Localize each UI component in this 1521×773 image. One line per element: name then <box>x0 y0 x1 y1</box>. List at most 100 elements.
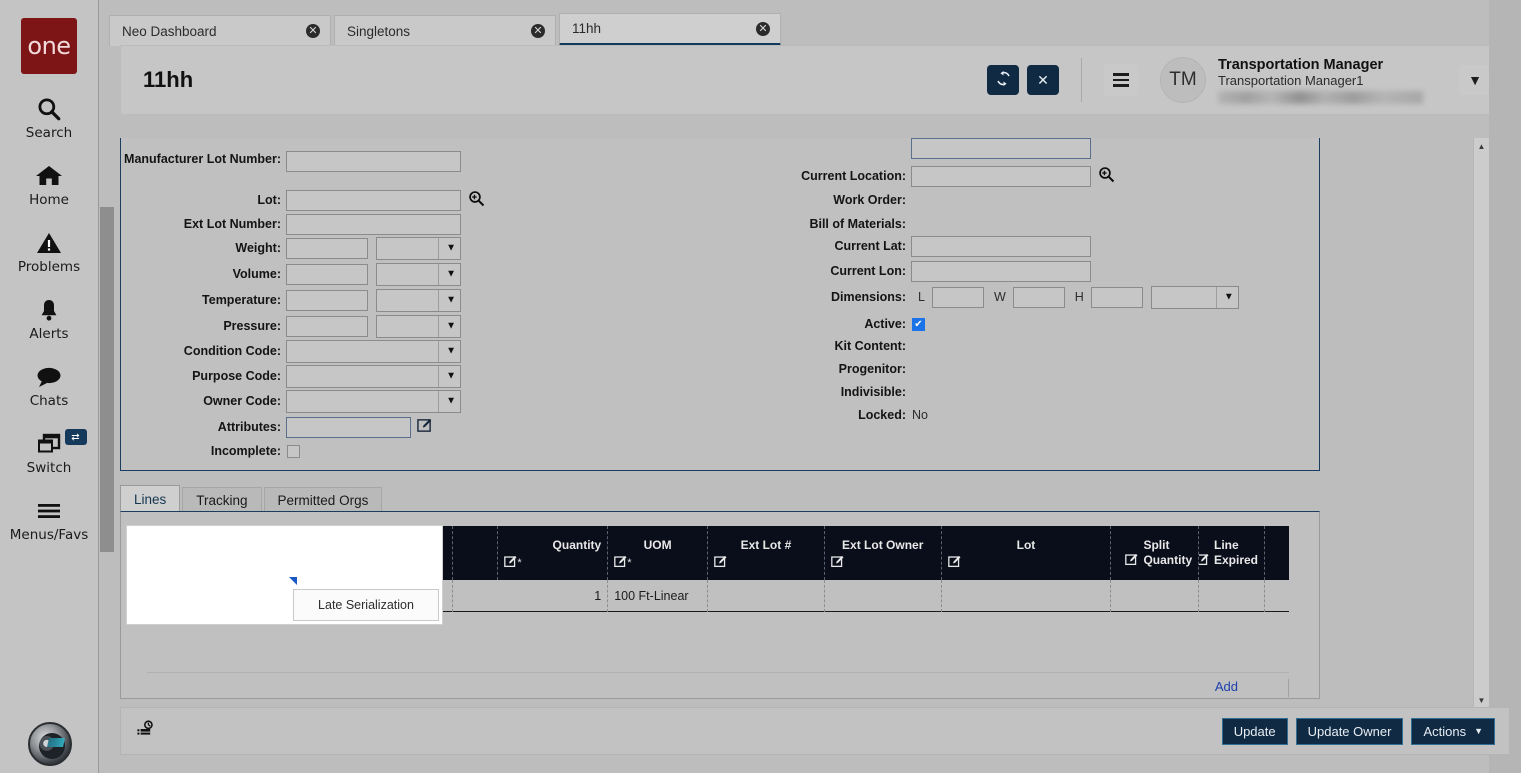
ai-assistant-avatar[interactable] <box>28 722 72 766</box>
grid-col-uom[interactable]: UOM * <box>608 526 708 580</box>
owner-code-select[interactable] <box>286 390 461 413</box>
sidebar-label-chats: Chats <box>30 393 69 409</box>
update-owner-button[interactable]: Update Owner <box>1296 718 1404 745</box>
swap-arrows-icon[interactable]: ⇄ <box>65 429 87 445</box>
condition-code-select[interactable] <box>286 340 461 363</box>
header-menu-button[interactable] <box>1104 64 1138 96</box>
pressure-input[interactable] <box>286 316 368 337</box>
cell-ext-lot-number[interactable] <box>708 580 825 612</box>
grid-col-end <box>1265 526 1289 580</box>
cell-ext-lot-owner[interactable] <box>825 580 942 612</box>
field-bill-of-materials: Bill of Materials: <box>741 213 912 235</box>
edit-pencil-icon[interactable]: * <box>614 555 701 569</box>
vertical-scrollbar[interactable]: ▲ ▼ <box>1473 138 1489 708</box>
sidebar-item-search[interactable]: Search <box>0 94 99 141</box>
sidebar-item-chats[interactable]: Chats <box>0 362 99 409</box>
update-button[interactable]: Update <box>1222 718 1288 745</box>
cell-line-expired[interactable] <box>1199 580 1265 612</box>
dimension-length-input[interactable] <box>932 287 984 308</box>
temperature-uom-select[interactable] <box>376 289 461 312</box>
edit-pencil-icon[interactable]: * <box>504 555 601 569</box>
active-checkbox[interactable]: ✔ <box>912 318 925 331</box>
close-circle-icon[interactable]: ✕ <box>531 24 545 38</box>
field-lot: Lot: <box>121 189 485 211</box>
edit-pencil-icon[interactable] <box>831 555 935 569</box>
grid-col-quantity[interactable]: Quantity * <box>498 526 608 580</box>
cell-uom[interactable]: 100 Ft-Linear <box>608 580 708 612</box>
lot-input[interactable] <box>286 190 461 211</box>
close-circle-icon[interactable]: ✕ <box>756 22 770 36</box>
field-owner-code: Owner Code: ▼ <box>121 390 461 412</box>
late-serialization-tooltip[interactable]: Late Serialization <box>293 589 439 621</box>
refresh-button[interactable] <box>987 65 1019 95</box>
close-circle-icon[interactable]: ✕ <box>306 24 320 38</box>
tab-singletons[interactable]: Singletons ✕ <box>334 15 556 46</box>
sidebar-item-home[interactable]: Home <box>0 161 99 208</box>
cell-quantity[interactable]: 1 <box>498 580 608 612</box>
triangle-down-icon[interactable]: ▼ <box>1474 692 1489 708</box>
add-line-link[interactable]: Add <box>1215 679 1238 697</box>
edit-pencil-icon[interactable] <box>714 555 818 569</box>
manufacturer-lot-number-input[interactable] <box>286 151 461 172</box>
grid-col-line-expired[interactable]: Line Expired <box>1199 526 1265 580</box>
current-location-search-magnifier-icon[interactable] <box>1098 166 1115 186</box>
triangle-up-icon[interactable]: ▲ <box>1474 138 1489 154</box>
tab-permitted-orgs[interactable]: Permitted Orgs <box>264 487 383 513</box>
grid-col-split-quantity[interactable]: Split Quantity <box>1111 526 1199 580</box>
field-label: Dimensions: <box>741 290 906 304</box>
sidebar-item-menus-favs[interactable]: Menus/Favs <box>0 496 99 543</box>
dimension-width-input[interactable] <box>1013 287 1065 308</box>
scrollbar-thumb[interactable] <box>100 207 114 552</box>
weight-input[interactable] <box>286 238 368 259</box>
field-manufacturer-lot-number: Manufacturer Lot Number: <box>121 151 461 181</box>
cut-off-top-input[interactable] <box>911 138 1091 159</box>
user-menu-button[interactable]: ▼ <box>1459 65 1491 95</box>
current-lat-input[interactable] <box>911 236 1091 257</box>
one-network-logo[interactable]: one <box>21 18 77 74</box>
grid-col-ext-lot-number[interactable]: Ext Lot # <box>708 526 825 580</box>
grid-col-lot[interactable]: Lot <box>942 526 1112 580</box>
user-name: Transportation Manager <box>1218 57 1433 73</box>
dimension-height-input[interactable] <box>1091 287 1143 308</box>
sidebar-item-alerts[interactable]: Alerts <box>0 295 99 342</box>
ext-lot-number-input[interactable] <box>286 214 461 235</box>
edit-pencil-icon[interactable] <box>417 418 432 436</box>
field-label: Locked: <box>741 408 906 422</box>
dimension-unit-select[interactable] <box>1151 286 1239 309</box>
sidebar-label-switch: Switch <box>27 460 72 476</box>
lines-grid-panel: Line # * Item Quantity <box>120 511 1320 699</box>
temperature-input[interactable] <box>286 290 368 311</box>
grid-col-ext-lot-owner[interactable]: Ext Lot Owner <box>825 526 942 580</box>
edit-pencil-icon[interactable] <box>948 555 1105 569</box>
pressure-uom-select[interactable] <box>376 315 461 338</box>
logo-text: one <box>27 32 70 60</box>
edit-pencil-icon[interactable] <box>1125 553 1138 569</box>
tab-neo-dashboard[interactable]: Neo Dashboard ✕ <box>109 15 331 46</box>
audit-history-icon[interactable] <box>137 720 155 742</box>
avatar[interactable]: TM <box>1160 57 1206 103</box>
add-row-divider <box>1288 679 1289 697</box>
sidebar-item-switch[interactable]: ⇄ Switch <box>0 429 99 476</box>
volume-input[interactable] <box>286 264 368 285</box>
weight-uom-select[interactable] <box>376 237 461 260</box>
cell-lot[interactable] <box>942 580 1112 612</box>
sidebar-item-problems[interactable]: Problems <box>0 228 99 275</box>
purpose-code-select[interactable] <box>286 365 461 388</box>
owner-code-select-wrap: ▼ <box>286 390 461 413</box>
current-location-input[interactable] <box>911 166 1091 187</box>
incomplete-checkbox[interactable] <box>287 445 300 458</box>
grid-col-title: Lot <box>948 538 1105 552</box>
tab-tracking[interactable]: Tracking <box>182 487 261 513</box>
actions-button[interactable]: Actions ▼ <box>1411 718 1495 745</box>
field-label: Incomplete: <box>121 444 281 458</box>
attributes-input[interactable] <box>286 417 411 438</box>
lot-search-magnifier-icon[interactable] <box>468 190 485 210</box>
volume-uom-select[interactable] <box>376 263 461 286</box>
tab-11hh[interactable]: 11hh ✕ <box>559 13 781 46</box>
field-work-order: Work Order: <box>741 189 912 211</box>
edit-pencil-icon[interactable] <box>1199 553 1209 569</box>
tab-lines[interactable]: Lines <box>120 485 180 513</box>
current-lon-input[interactable] <box>911 261 1091 282</box>
close-page-button[interactable]: ✕ <box>1027 65 1059 95</box>
cell-split-quantity[interactable] <box>1111 580 1199 612</box>
